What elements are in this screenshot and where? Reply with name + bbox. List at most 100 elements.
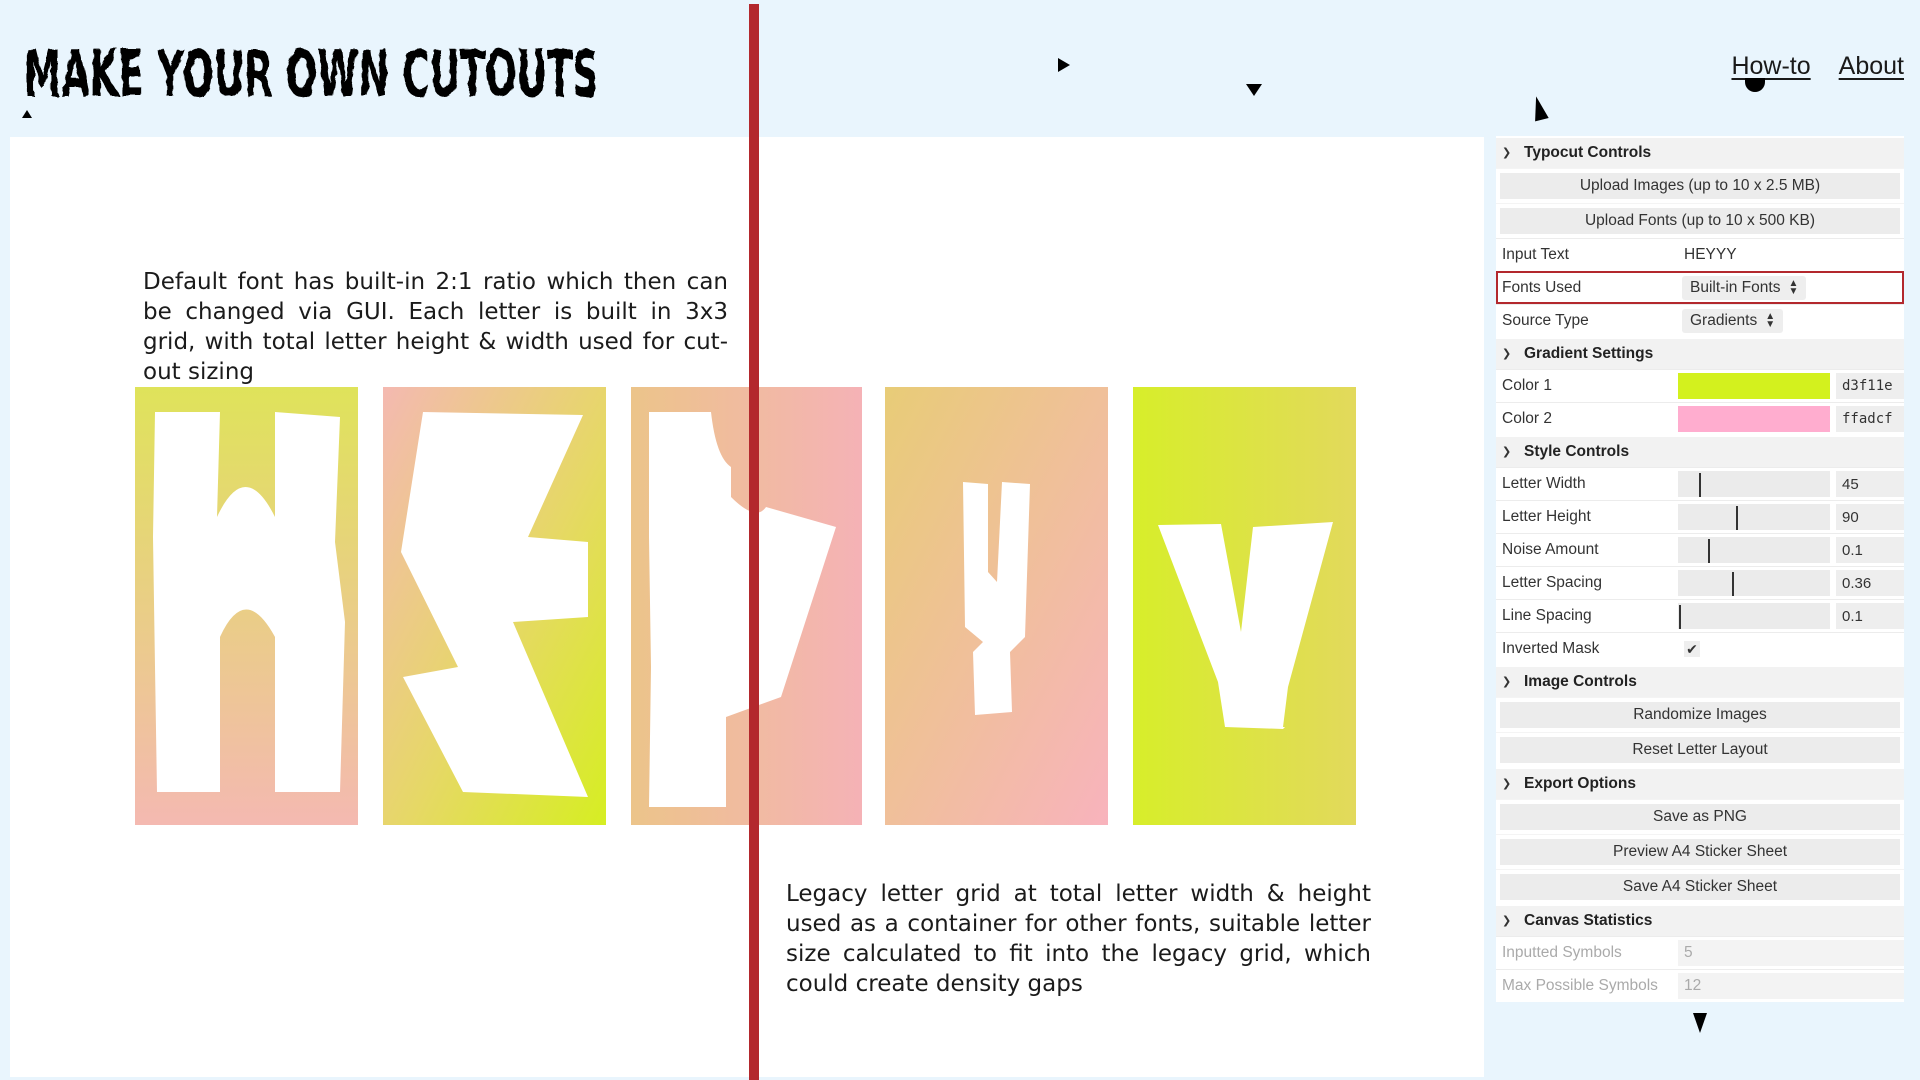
max-symbols-row: Max Possible Symbols 12: [1496, 969, 1904, 1002]
letter-tile-y-small: [885, 387, 1108, 825]
top-nav: How-to About: [1731, 52, 1904, 81]
deco-triangle: [1529, 94, 1549, 122]
letter-tile-e: [383, 387, 606, 825]
noise-value[interactable]: 0.1: [1836, 537, 1904, 563]
logo-text: MAKE YOUR OWN CUTOUTS: [24, 38, 599, 112]
comparison-divider: [749, 4, 759, 1080]
input-text-row: Input Text: [1496, 238, 1904, 271]
color2-swatch[interactable]: [1678, 406, 1830, 432]
chevron-down-icon: ❯: [1502, 445, 1512, 458]
letter-width-slider[interactable]: [1678, 471, 1830, 497]
source-type-label: Source Type: [1502, 312, 1589, 329]
deco-triangle: [1058, 58, 1070, 72]
chevron-down-icon: ❯: [1502, 777, 1512, 790]
section-title: Typocut Controls: [1524, 144, 1652, 161]
randomize-images-button[interactable]: Randomize Images: [1500, 702, 1900, 728]
inputted-symbols-row: Inputted Symbols 5: [1496, 936, 1904, 969]
letter-width-label: Letter Width: [1502, 475, 1586, 492]
noise-slider[interactable]: [1678, 537, 1830, 563]
section-gradient-settings[interactable]: ❯ Gradient Settings: [1496, 337, 1904, 369]
line-spacing-row: Line Spacing 0.1: [1496, 599, 1904, 632]
color1-label: Color 1: [1502, 377, 1552, 394]
max-symbols-value: 12: [1678, 973, 1904, 999]
line-spacing-slider[interactable]: [1678, 603, 1830, 629]
letter-spacing-row: Letter Spacing 0.36: [1496, 566, 1904, 599]
source-type-select[interactable]: Gradients ▲ ▼: [1682, 309, 1784, 333]
cutout-canvas[interactable]: Default font has built-in 2:1 ratio whic…: [10, 137, 1484, 1077]
slider-thumb[interactable]: [1732, 572, 1734, 596]
upload-fonts-button[interactable]: Upload Fonts (up to 10 x 500 KB): [1500, 208, 1900, 234]
checkmark-icon: ✔: [1686, 640, 1698, 657]
caption-default-font: Default font has built-in 2:1 ratio whic…: [143, 269, 728, 385]
source-type-row: Source Type Gradients ▲ ▼: [1496, 304, 1904, 337]
save-png-button[interactable]: Save as PNG: [1500, 804, 1900, 830]
chevron-down-icon: ❯: [1502, 146, 1512, 159]
input-text-label: Input Text: [1502, 246, 1569, 263]
updown-icon: ▲ ▼: [1765, 311, 1776, 330]
save-a4-button[interactable]: Save A4 Sticker Sheet: [1500, 874, 1900, 900]
source-type-value: Gradients: [1690, 312, 1758, 329]
letter-spacing-label: Letter Spacing: [1502, 574, 1602, 591]
color2-label: Color 2: [1502, 410, 1552, 427]
control-panel: ❯ Typocut Controls Upload Images (up to …: [1496, 136, 1904, 1002]
inputted-symbols-value: 5: [1678, 940, 1904, 966]
section-canvas-statistics[interactable]: ❯ Canvas Statistics: [1496, 904, 1904, 936]
inverted-mask-row: Inverted Mask ✔: [1496, 632, 1904, 665]
slider-thumb[interactable]: [1679, 605, 1681, 629]
deco-triangle: [1693, 1013, 1707, 1033]
slider-thumb[interactable]: [1708, 539, 1710, 563]
inputted-symbols-label: Inputted Symbols: [1502, 944, 1622, 961]
chevron-down-icon: ❯: [1502, 675, 1512, 688]
color1-hex[interactable]: d3f11e: [1836, 373, 1904, 399]
letter-spacing-value[interactable]: 0.36: [1836, 570, 1904, 596]
preview-a4-button[interactable]: Preview A4 Sticker Sheet: [1500, 839, 1900, 865]
deco-triangle: [22, 110, 32, 118]
deco-dot: [1745, 78, 1765, 92]
site-logo: MAKE YOUR OWN CUTOUTS: [24, 24, 604, 114]
letter-tile-h: [135, 387, 358, 825]
color2-hex[interactable]: ffadcf: [1836, 406, 1904, 432]
section-typocut-controls[interactable]: ❯ Typocut Controls: [1496, 136, 1904, 168]
letter-height-slider[interactable]: [1678, 504, 1830, 530]
input-text-field[interactable]: [1682, 246, 1884, 264]
fonts-used-row: Fonts Used Built-in Fonts ▲ ▼: [1496, 271, 1904, 304]
line-spacing-label: Line Spacing: [1502, 607, 1592, 624]
noise-row: Noise Amount 0.1: [1496, 533, 1904, 566]
inverted-mask-checkbox[interactable]: ✔: [1684, 641, 1700, 657]
color1-row: Color 1 d3f11e: [1496, 369, 1904, 402]
fonts-used-value: Built-in Fonts: [1690, 279, 1781, 296]
chevron-down-icon: ❯: [1502, 914, 1512, 927]
max-symbols-label: Max Possible Symbols: [1502, 977, 1658, 994]
slider-thumb[interactable]: [1736, 506, 1738, 530]
caption-legacy-grid: Legacy letter grid at total letter width…: [786, 881, 1371, 997]
section-image-controls[interactable]: ❯ Image Controls: [1496, 665, 1904, 697]
noise-label: Noise Amount: [1502, 541, 1599, 558]
line-spacing-value[interactable]: 0.1: [1836, 603, 1904, 629]
fonts-used-label: Fonts Used: [1502, 279, 1582, 296]
slider-thumb[interactable]: [1699, 473, 1701, 497]
nav-about-link[interactable]: About: [1839, 52, 1904, 81]
color1-swatch[interactable]: [1678, 373, 1830, 399]
letter-width-value[interactable]: 45: [1836, 471, 1904, 497]
letter-spacing-slider[interactable]: [1678, 570, 1830, 596]
reset-letter-layout-button[interactable]: Reset Letter Layout: [1500, 737, 1900, 763]
logo-cutout-lettering: MAKE YOUR OWN CUTOUTS: [24, 38, 599, 112]
fonts-used-select[interactable]: Built-in Fonts ▲ ▼: [1682, 276, 1807, 300]
section-style-controls[interactable]: ❯ Style Controls: [1496, 435, 1904, 467]
letter-width-row: Letter Width 45: [1496, 467, 1904, 500]
upload-images-button[interactable]: Upload Images (up to 10 x 2.5 MB): [1500, 173, 1900, 199]
nav-howto-link[interactable]: How-to: [1731, 52, 1810, 81]
updown-icon: ▲ ▼: [1788, 278, 1799, 297]
letter-height-label: Letter Height: [1502, 508, 1591, 525]
letter-tile-y-big: [1133, 387, 1356, 825]
section-title: Gradient Settings: [1524, 345, 1654, 362]
letter-height-row: Letter Height 90: [1496, 500, 1904, 533]
chevron-down-icon: ❯: [1502, 347, 1512, 360]
deco-triangle: [1246, 84, 1262, 96]
letter-height-value[interactable]: 90: [1836, 504, 1904, 530]
section-title: Image Controls: [1524, 673, 1637, 690]
section-title: Style Controls: [1524, 443, 1630, 460]
section-title: Canvas Statistics: [1524, 912, 1653, 929]
section-title: Export Options: [1524, 775, 1636, 792]
section-export-options[interactable]: ❯ Export Options: [1496, 767, 1904, 799]
